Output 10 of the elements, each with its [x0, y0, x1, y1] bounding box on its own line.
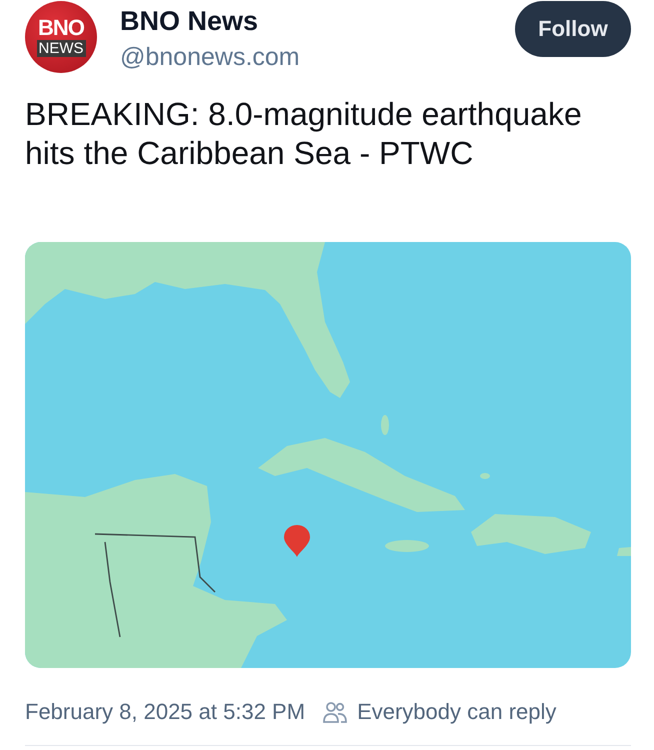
- follow-button[interactable]: Follow: [515, 1, 631, 57]
- author-handle[interactable]: @bnonews.com: [120, 41, 300, 73]
- author-name[interactable]: BNO News: [120, 3, 258, 39]
- people-icon: [323, 701, 348, 723]
- map-pin-icon[interactable]: [284, 525, 310, 557]
- reply-setting[interactable]: Everybody can reply: [357, 699, 556, 725]
- post-text: BREAKING: 8.0-magnitude earthquake hits the Caribbean Sea - PTWC: [25, 95, 583, 173]
- logo-label: NEWS: [36, 40, 86, 57]
- logo-text: BNO: [38, 17, 84, 39]
- post-timestamp[interactable]: February 8, 2025 at 5:32 PM: [25, 699, 306, 725]
